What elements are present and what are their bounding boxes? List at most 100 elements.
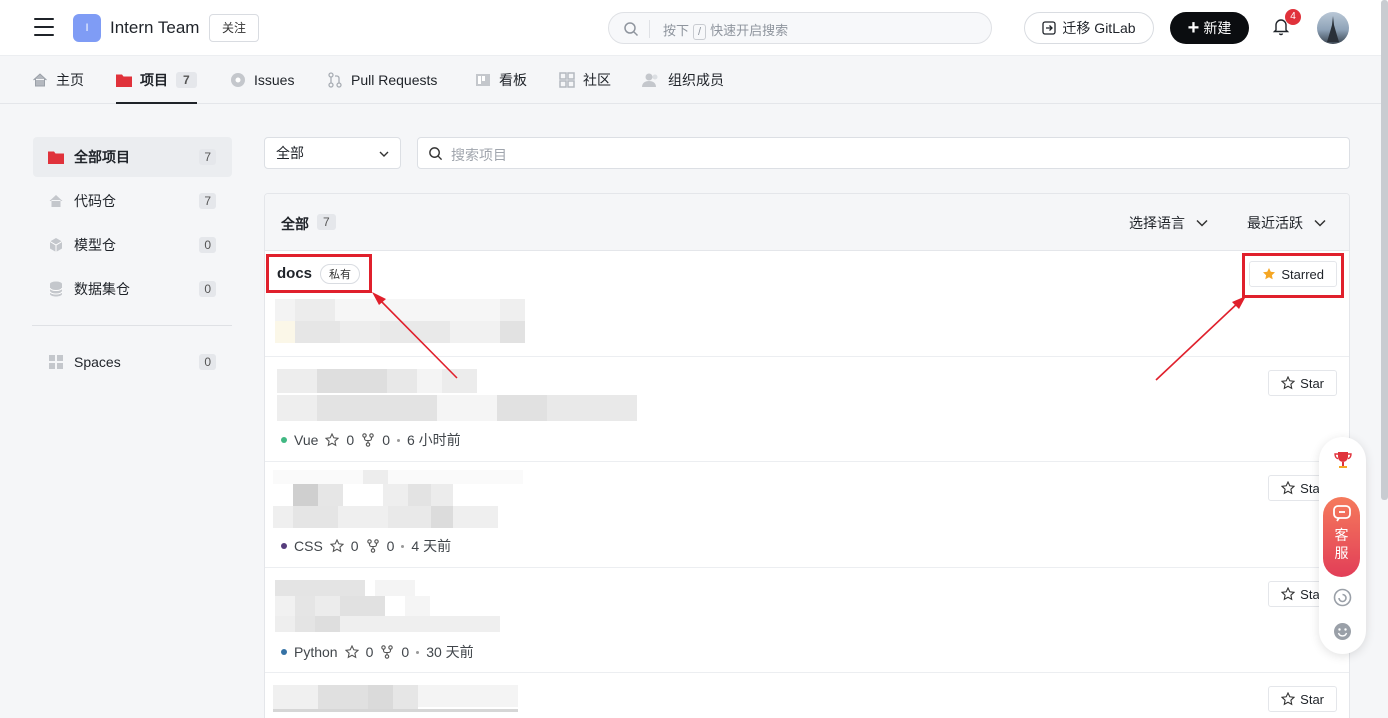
project-language: CSS: [294, 538, 323, 554]
tab-community-label: 社区: [583, 72, 611, 88]
eiffel-tower-icon: [1327, 16, 1339, 42]
star-count: 0: [365, 644, 374, 660]
headset-icon: [1332, 505, 1351, 522]
annotation-box-docs: [266, 254, 372, 293]
search-hint-key: /: [693, 24, 707, 40]
sidebar-item-dataset-repos[interactable]: 数据集仓 0: [33, 269, 232, 309]
project-meta: Python 0 0 30 天前: [281, 642, 474, 662]
sidebar-item-all-projects[interactable]: 全部项目 7: [33, 137, 232, 177]
tab-projects-count: 7: [176, 72, 197, 88]
notification-badge: 4: [1285, 9, 1301, 25]
star-button-label: Star: [1300, 375, 1324, 391]
refresh-icon[interactable]: [1333, 588, 1352, 607]
star-button-label: Star: [1300, 691, 1324, 707]
project-row[interactable]: Star: [265, 673, 1349, 718]
sidebar-item-count: 7: [199, 149, 216, 165]
service-label-1: 客: [1334, 527, 1349, 543]
tab-home-label: 主页: [56, 72, 84, 88]
star-icon: [1281, 481, 1296, 495]
sidebar-item-code-repos[interactable]: 代码仓 7: [33, 181, 232, 221]
project-row[interactable]: docs 私有 Starred: [265, 251, 1349, 357]
star-count: 0: [350, 538, 359, 554]
search-divider: [649, 20, 650, 38]
chevron-down-icon: [379, 151, 389, 157]
updated-time: 4 天前: [411, 538, 452, 554]
sort-dropdown[interactable]: 最近活跃: [1247, 213, 1327, 233]
project-meta: Vue 0 0 6 小时前: [281, 430, 461, 450]
folder-icon: [48, 150, 64, 164]
chevron-down-icon: [1314, 219, 1326, 227]
issue-icon: [231, 73, 245, 87]
sidebar-item-model-repos[interactable]: 模型仓 0: [33, 225, 232, 265]
sidebar-item-label: 数据集仓: [74, 281, 130, 297]
sidebar-divider: [32, 325, 232, 326]
tab-kanban-label: 看板: [499, 72, 527, 88]
project-language: Python: [294, 644, 338, 660]
language-color-dot: [281, 649, 287, 655]
sidebar-item-count: 0: [199, 281, 216, 297]
updated-time: 6 小时前: [406, 432, 461, 448]
tab-community[interactable]: 社区: [559, 56, 611, 104]
smiley-icon[interactable]: [1333, 622, 1352, 641]
blurred-project-title: [275, 580, 525, 632]
global-search-box[interactable]: 按下 / 快速开启搜索: [608, 12, 992, 44]
blurred-description: [275, 299, 525, 347]
project-list-header: 全部 7 选择语言 最近活跃: [265, 194, 1349, 251]
kanban-icon: [476, 74, 490, 86]
tab-members-label: 组织成员: [668, 72, 724, 88]
project-row[interactable]: Star CSS 0 0 4 天前: [265, 462, 1349, 568]
star-icon: [344, 645, 359, 659]
sidebar-item-label: 全部项目: [74, 149, 130, 165]
tab-pull-requests-label: Pull Requests: [351, 72, 438, 88]
star-icon: [1281, 587, 1296, 601]
trophy-icon[interactable]: [1332, 449, 1354, 471]
new-button[interactable]: + 新建: [1170, 12, 1249, 44]
updated-time: 30 天前: [426, 644, 474, 660]
repo-icon: [48, 193, 64, 209]
tab-pull-requests[interactable]: Pull Requests: [327, 56, 437, 104]
tab-kanban[interactable]: 看板: [475, 56, 527, 104]
language-filter-dropdown[interactable]: 选择语言: [1129, 213, 1209, 233]
sidebar-item-label: Spaces: [74, 354, 121, 370]
star-count: 0: [346, 432, 355, 448]
hamburger-menu-icon[interactable]: [34, 18, 54, 38]
fork-count: 0: [401, 644, 410, 660]
tab-issues[interactable]: Issues: [230, 56, 294, 104]
project-search-placeholder: 搜索项目: [451, 147, 507, 163]
project-row[interactable]: Star Vue 0 0 6 小时前: [265, 357, 1349, 462]
sidebar-item-label: 代码仓: [74, 193, 116, 209]
folder-icon: [116, 74, 132, 87]
meta-separator: [401, 544, 405, 548]
team-avatar[interactable]: I: [73, 14, 101, 42]
fork-count: 0: [382, 432, 390, 448]
follow-button[interactable]: 关注: [209, 14, 259, 42]
search-hint-suffix: 快速开启搜索: [710, 23, 789, 38]
language-color-dot: [281, 543, 287, 549]
top-bar: I Intern Team 关注 按下 / 快速开启搜索 迁移 GitLab + 新…: [0, 0, 1388, 56]
tab-home[interactable]: 主页: [32, 56, 84, 104]
tab-projects-label: 项目: [140, 72, 168, 88]
members-icon: [642, 73, 658, 87]
customer-service-button[interactable]: 客 服: [1323, 497, 1360, 577]
tab-projects[interactable]: 项目 7: [116, 56, 197, 104]
fork-count: 0: [386, 538, 395, 554]
page-scrollbar[interactable]: [1381, 0, 1388, 500]
star-icon: [1281, 692, 1296, 706]
spaces-icon: [48, 355, 64, 369]
tab-members[interactable]: 组织成员: [642, 56, 724, 104]
project-type-select[interactable]: 全部: [264, 137, 401, 169]
search-hint-prefix: 按下: [663, 23, 690, 38]
language-filter-label: 选择语言: [1129, 215, 1185, 231]
project-search-input[interactable]: 搜索项目: [417, 137, 1350, 169]
star-button[interactable]: Star: [1268, 686, 1337, 712]
user-avatar[interactable]: [1317, 12, 1349, 44]
team-name[interactable]: Intern Team: [110, 18, 199, 38]
blurred-project-title: [277, 369, 637, 421]
star-button[interactable]: Star: [1268, 370, 1337, 396]
migrate-gitlab-button[interactable]: 迁移 GitLab: [1024, 12, 1154, 44]
org-nav-bar: 主页 项目 7 Issues Pull Requests 看板 社区 组织成员: [0, 56, 1388, 104]
search-hint: 按下 / 快速开启搜索: [663, 20, 788, 40]
project-row[interactable]: Star Python 0 0 30 天前: [265, 568, 1349, 673]
annotation-box-starred: [1242, 253, 1344, 298]
sidebar-item-spaces[interactable]: Spaces 0: [33, 342, 232, 382]
